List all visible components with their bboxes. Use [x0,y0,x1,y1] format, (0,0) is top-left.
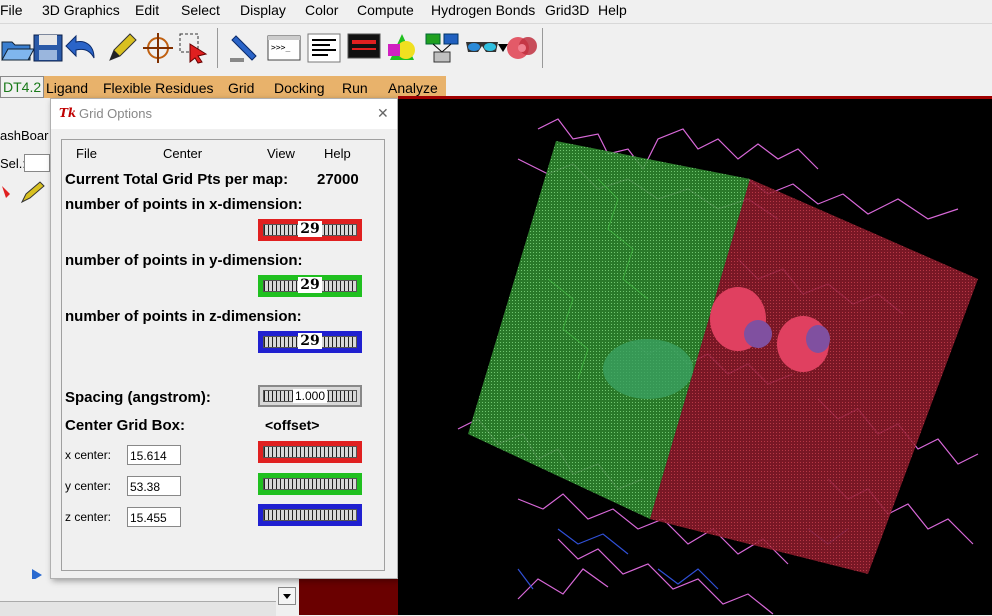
dialog-menu-center[interactable]: Center [163,146,202,161]
tab-run[interactable]: Run [342,80,368,96]
y-center-thumbwheel[interactable] [258,473,362,495]
x-center-input[interactable]: 15.614 [127,445,181,465]
menu-compute[interactable]: Compute [357,2,414,18]
monitor-icon[interactable] [346,30,382,66]
x-points-thumbwheel[interactable]: 29 [258,219,362,241]
text-align-icon[interactable] [306,30,342,66]
spacing-value: 1.000 [292,389,328,403]
y-center-input[interactable]: 53.38 [127,476,181,496]
dialog-menu-view[interactable]: View [267,146,295,161]
tk-logo-icon: Tk [59,106,77,120]
dashboard-title: ashBoar [0,128,49,143]
wand-icon[interactable] [226,30,262,66]
menu-edit[interactable]: Edit [135,2,159,18]
y-points-thumbwheel[interactable]: 29 [258,275,362,297]
close-icon[interactable]: ✕ [377,105,389,122]
y-dimension-label: number of points in y-dimension: [65,252,303,269]
horizontal-scrollbar[interactable] [0,601,276,616]
total-grid-points-label: Current Total Grid Pts per map: [65,171,289,188]
x-points-value: 29 [298,221,322,237]
scroll-down-button[interactable] [278,587,296,605]
menu-3d-graphics[interactable]: 3D Graphics [42,2,120,18]
dialog-menu-help[interactable]: Help [324,146,351,161]
dialog-titlebar[interactable]: Tk Grid Options ✕ [51,99,397,129]
total-grid-points-value: 27000 [317,171,359,188]
x-dimension-label: number of points in x-dimension: [65,196,303,213]
tab-ligand[interactable]: Ligand [46,80,88,96]
z-center-thumbwheel[interactable] [258,504,362,526]
z-dimension-label: number of points in z-dimension: [65,308,302,325]
center-grid-box-label: Center Grid Box: [65,417,186,434]
crosshair-icon[interactable] [140,30,176,66]
z-points-thumbwheel[interactable]: 29 [258,331,362,353]
toolbar-separator [217,28,218,68]
tab-flexible-residues[interactable]: Flexible Residues [103,80,214,96]
viewer-border [299,579,398,615]
selection-label: Sel.: [0,156,27,171]
y-center-label: y center: [65,479,112,493]
python-shell-icon[interactable]: >>>_ [266,30,302,66]
3d-viewer[interactable] [398,96,992,615]
z-center-input[interactable]: 15.455 [127,507,181,527]
menu-bar: File 3D Graphics Edit Select Display Col… [0,0,992,22]
molecule-scene [457,118,979,615]
z-points-value: 29 [298,333,322,349]
select-pointer-icon[interactable] [176,30,212,66]
z-center-label: z center: [65,510,112,524]
toolbar-separator [542,28,543,68]
molecule-surface-icon[interactable] [504,30,540,66]
svg-text:>>>_: >>>_ [271,43,290,52]
tab-docking[interactable]: Docking [274,80,325,96]
dashboard-panel: ashBoar Sel.: [0,98,50,615]
y-points-value: 29 [298,277,322,293]
spacing-thumbwheel[interactable]: 1.000 [258,385,362,407]
offset-label: <offset> [265,417,320,433]
menu-color[interactable]: Color [305,2,338,18]
dashboard-bottom-strip [0,579,398,616]
selection-input[interactable] [24,154,50,172]
save-icon[interactable] [30,30,66,66]
tab-grid[interactable]: Grid [228,80,254,96]
x-center-thumbwheel[interactable] [258,441,362,463]
tab-adt[interactable]: DT4.2 [0,76,45,98]
shapes-icon[interactable] [384,30,420,66]
toolbar: >>>_ [0,23,992,74]
menu-help[interactable]: Help [598,2,627,18]
menu-hydrogen-bonds[interactable]: Hydrogen Bonds [431,2,535,18]
undo-icon[interactable] [64,30,100,66]
menu-select[interactable]: Select [181,2,220,18]
menu-file[interactable]: File [0,2,23,18]
pencil-icon[interactable] [104,30,140,66]
menu-grid3d[interactable]: Grid3D [545,2,589,18]
dialog-menu-file[interactable]: File [76,146,97,161]
chevron-down-icon [283,594,291,599]
3d-glasses-icon[interactable] [464,30,500,66]
dashboard-tools-icon[interactable] [0,180,48,204]
spacing-label: Spacing (angstrom): [65,389,211,406]
x-center-label: x center: [65,448,112,462]
menu-display[interactable]: Display [240,2,286,18]
adt-tab-bar: DT4.2 Ligand Flexible Residues Grid Dock… [0,76,446,98]
grid-options-dialog: Tk Grid Options ✕ File Center View Help … [50,98,398,579]
dialog-title: Grid Options [79,106,152,121]
network-icon[interactable] [424,30,460,66]
tab-analyze[interactable]: Analyze [388,80,438,96]
